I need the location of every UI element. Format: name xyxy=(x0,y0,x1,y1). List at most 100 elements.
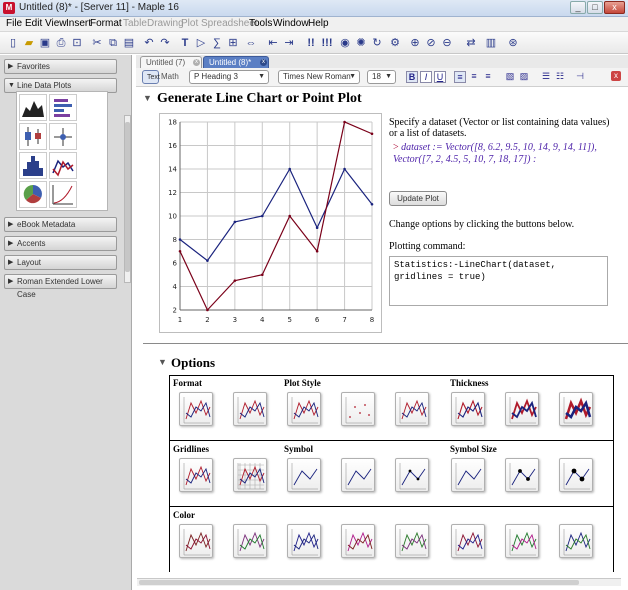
palette-layout[interactable]: ▶ Layout xyxy=(4,255,117,270)
restart-icon[interactable]: ↻ xyxy=(370,36,384,50)
settings-gear-icon[interactable]: ⚙ xyxy=(388,36,402,50)
undo-icon[interactable]: ↶ xyxy=(142,36,156,50)
line-chart-palette-item[interactable] xyxy=(49,152,77,179)
option-plot-style-line-button[interactable] xyxy=(233,392,267,426)
paste-icon[interactable]: ▤ xyxy=(122,36,136,50)
tab-untitled-8[interactable]: Untitled (8)* x xyxy=(203,56,269,68)
color-picker-icon[interactable]: ▧ xyxy=(504,71,516,83)
text-mode-toggle[interactable]: Text xyxy=(142,70,160,84)
section-collapse-icon[interactable]: ▼ xyxy=(143,93,152,103)
histogram-palette-item[interactable] xyxy=(19,152,47,179)
option-symbol-line-button[interactable] xyxy=(341,458,375,492)
execute-icon[interactable]: !! xyxy=(304,36,318,50)
option-plot-style-point-button[interactable] xyxy=(341,392,375,426)
italic-button[interactable]: I xyxy=(420,71,432,83)
layout-icon[interactable]: ▥ xyxy=(484,36,498,50)
debug-icon[interactable]: ✺ xyxy=(354,36,368,50)
option-color-4-button[interactable] xyxy=(341,524,375,558)
highlight-icon[interactable]: ▨ xyxy=(518,71,530,83)
menu-view[interactable]: View xyxy=(45,18,67,29)
underline-button[interactable]: U xyxy=(434,71,446,83)
option-color-1-button[interactable] xyxy=(179,524,213,558)
tab-close-icon[interactable]: x xyxy=(193,59,200,66)
zoom-out-icon[interactable]: ⊖ xyxy=(440,36,454,50)
indent-icon[interactable]: ⇤ xyxy=(266,36,280,50)
pie-chart-palette-item[interactable] xyxy=(19,181,47,208)
menu-table[interactable]: Table xyxy=(123,18,147,29)
copy-icon[interactable]: ⧉ xyxy=(106,36,120,50)
save-icon[interactable]: ▣ xyxy=(38,36,52,50)
palette-accents[interactable]: ▶ Accents xyxy=(4,236,117,251)
option-color-7-button[interactable] xyxy=(505,524,539,558)
align-right-icon[interactable]: ≡ xyxy=(482,71,494,83)
bar-chart-palette-item[interactable] xyxy=(49,94,77,121)
option-color-5-button[interactable] xyxy=(395,524,429,558)
math-mode-toggle[interactable]: Math xyxy=(161,72,179,81)
palette-scroll-thumb[interactable] xyxy=(125,122,130,272)
option-symbol-size-small-button[interactable] xyxy=(451,458,485,492)
align-left-icon[interactable]: ≡ xyxy=(454,71,466,83)
new-document-icon[interactable]: ▯ xyxy=(6,36,20,50)
option-symbol-point-button[interactable] xyxy=(395,458,429,492)
minimize-button[interactable]: _ xyxy=(570,1,586,14)
update-plot-button[interactable]: Update Plot xyxy=(389,191,447,206)
close-context-icon[interactable]: x xyxy=(611,71,621,81)
font-select[interactable]: Times New Roman ▼ xyxy=(278,70,360,84)
print-icon[interactable]: ⎙ xyxy=(54,36,68,50)
menu-edit[interactable]: Edit xyxy=(25,18,42,29)
math-mode-icon[interactable]: ▷ xyxy=(194,36,208,50)
menu-insert[interactable]: Insert xyxy=(66,18,91,29)
option-color-3-button[interactable] xyxy=(287,524,321,558)
box-plot-palette-item[interactable] xyxy=(19,123,47,150)
option-format-default-button[interactable] xyxy=(179,392,213,426)
option-plot-style-line-point-button[interactable] xyxy=(287,392,321,426)
option-symbol-size-large-button[interactable] xyxy=(559,458,593,492)
open-folder-icon[interactable]: ▰ xyxy=(22,36,36,50)
option-gridlines-off-button[interactable] xyxy=(179,458,213,492)
style-select[interactable]: P Heading 3 ▼ xyxy=(189,70,269,84)
area-chart-palette-item[interactable] xyxy=(19,94,47,121)
execute-all-icon[interactable]: !!! xyxy=(320,36,334,50)
option-symbol-none-button[interactable] xyxy=(287,458,321,492)
option-color-8-button[interactable] xyxy=(559,524,593,558)
dataset-assignment[interactable]: > dataset := Vector([8, 6.2, 9.5, 10, 14… xyxy=(389,142,619,166)
plotting-command-text[interactable]: Statistics:-LineChart(dataset, gridlines… xyxy=(389,256,608,306)
tab-untitled-7[interactable]: Untitled (7) x xyxy=(140,56,202,68)
zoom-fit-icon[interactable]: ⊘ xyxy=(424,36,438,50)
cut-icon[interactable]: ✂ xyxy=(90,36,104,50)
maximize-button[interactable]: □ xyxy=(587,1,603,14)
bold-button[interactable]: B xyxy=(406,71,418,83)
outdent-icon[interactable]: ⇥ xyxy=(282,36,296,50)
option-thickness-medium-button[interactable] xyxy=(505,392,539,426)
execution-group-icon[interactable]: ∑ xyxy=(210,36,224,50)
palette-roman-extended-lower-case[interactable]: ▶ Roman Extended Lower Case xyxy=(4,274,117,299)
menu-drawing[interactable]: Drawing xyxy=(147,18,184,29)
option-color-6-button[interactable] xyxy=(451,524,485,558)
font-size-select[interactable]: 18 ▼ xyxy=(367,70,396,84)
line-chart-plot[interactable]: 1 2 3 4 5 6 7 8 2 4 6 8 10 12 14 16 18 xyxy=(159,113,382,333)
help-icon[interactable]: ⊛ xyxy=(506,36,520,50)
menu-window[interactable]: Window xyxy=(273,18,309,29)
numbered-list-icon[interactable]: ☷ xyxy=(554,71,566,83)
palette-scrollbar[interactable] xyxy=(124,115,131,283)
menu-format[interactable]: Format xyxy=(90,18,122,29)
refresh-icon[interactable]: ⇄ xyxy=(464,36,478,50)
bullet-list-icon[interactable]: ☰ xyxy=(540,71,552,83)
zoom-in-icon[interactable]: ⊕ xyxy=(408,36,422,50)
menu-file[interactable]: File xyxy=(6,18,22,29)
option-gridlines-on-button[interactable] xyxy=(233,458,267,492)
palette-favorites[interactable]: ▶ Favorites xyxy=(4,59,117,74)
horizontal-scroll-thumb[interactable] xyxy=(139,580,579,585)
link-icon[interactable]: ⇔ xyxy=(244,36,258,50)
option-symbol-size-medium-button[interactable] xyxy=(505,458,539,492)
align-center-icon[interactable]: ≡ xyxy=(468,71,480,83)
text-mode-icon[interactable]: T xyxy=(178,36,192,50)
document-horizontal-scrollbar[interactable] xyxy=(137,578,621,586)
redo-icon[interactable]: ↷ xyxy=(158,36,172,50)
point-plot-palette-item[interactable] xyxy=(49,181,77,208)
tab-close-icon[interactable]: x xyxy=(260,59,267,66)
option-color-2-button[interactable] xyxy=(233,524,267,558)
stop-icon[interactable]: ◉ xyxy=(338,36,352,50)
menu-plot[interactable]: Plot xyxy=(181,18,198,29)
option-thickness-thin-button[interactable] xyxy=(451,392,485,426)
